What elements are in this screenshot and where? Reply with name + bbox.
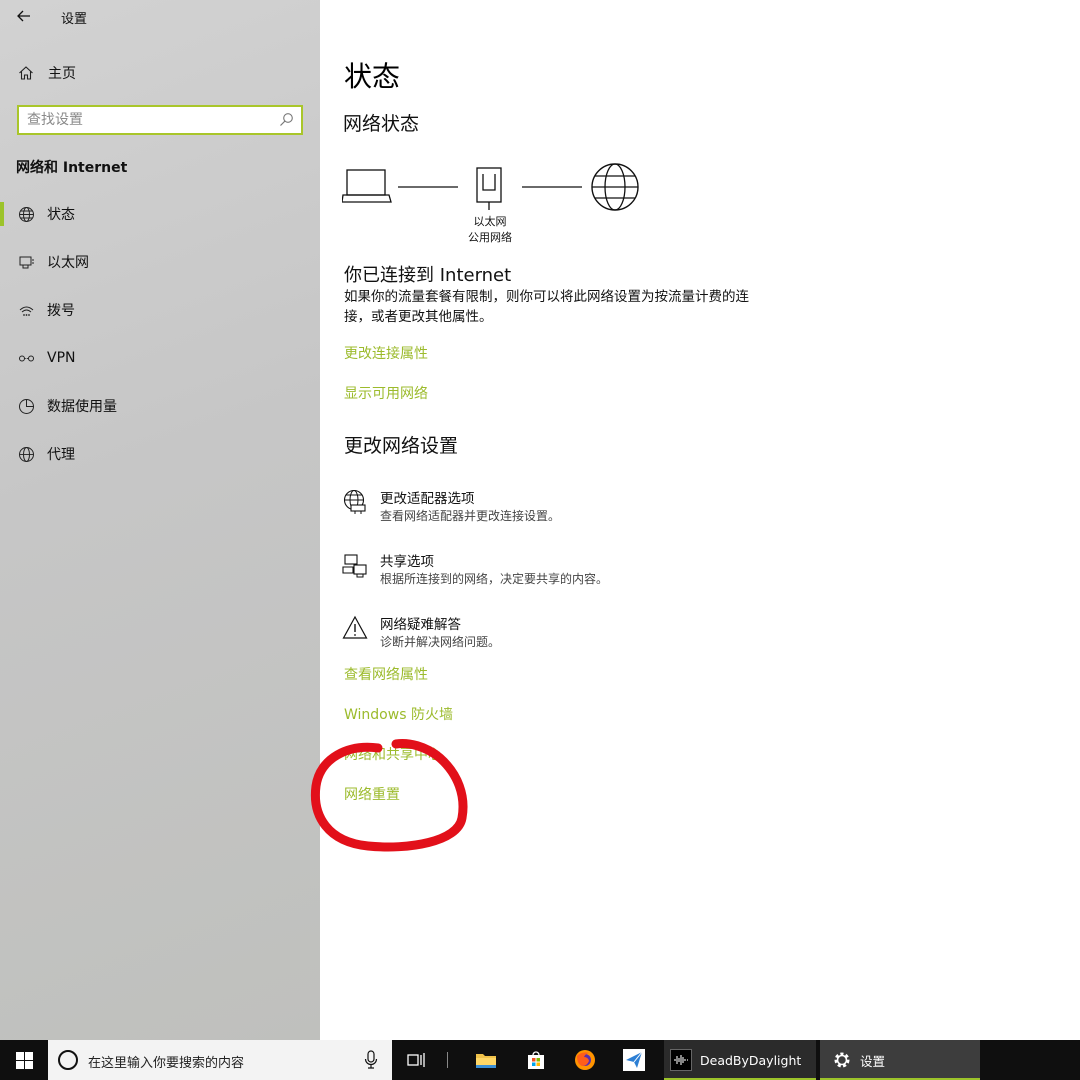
firefox-button[interactable] bbox=[569, 1040, 601, 1080]
folder-icon bbox=[476, 1054, 496, 1068]
ethernet-port-icon bbox=[476, 167, 502, 210]
taskbar-search-box[interactable]: 在这里输入你要搜索的内容 bbox=[48, 1040, 392, 1080]
taskbar: 在这里输入你要搜索的内容 DeadByDaylight 设置 bbox=[0, 1040, 1080, 1080]
change-connection-properties-link[interactable]: 更改连接属性 bbox=[344, 343, 428, 363]
main-content: 状态 网络状态 以太网 公用网络 你已连接到 Internet 如果你的流量套餐 bbox=[320, 0, 1080, 1040]
sidebar-item-dialup[interactable]: 拨号 bbox=[0, 286, 320, 334]
title-bar: 设置 bbox=[0, 0, 320, 34]
windows-firewall-link[interactable]: Windows 防火墙 bbox=[344, 704, 453, 724]
option-description: 诊断并解决网络问题。 bbox=[380, 635, 501, 649]
sharing-icon bbox=[342, 552, 368, 578]
page-title: 状态 bbox=[344, 60, 401, 93]
store-button[interactable] bbox=[520, 1040, 552, 1080]
microphone-icon[interactable] bbox=[364, 1050, 378, 1074]
sidebar-item-vpn[interactable]: VPN bbox=[0, 334, 320, 382]
adapter-label: 以太网 bbox=[473, 215, 507, 228]
adapter-icon bbox=[342, 489, 368, 515]
sidebar-item-status[interactable]: 状态 bbox=[0, 190, 320, 238]
back-arrow-icon bbox=[17, 10, 30, 22]
option-description: 根据所连接到的网络，决定要共享的内容。 bbox=[380, 572, 609, 586]
warning-icon bbox=[342, 615, 368, 641]
sidebar-item-data-usage[interactable]: 数据使用量 bbox=[0, 382, 320, 430]
taskbar-app-label: DeadByDaylight bbox=[700, 1052, 802, 1068]
internet-globe-icon bbox=[591, 163, 639, 211]
task-view-icon bbox=[407, 1053, 425, 1067]
view-network-properties-link[interactable]: 查看网络属性 bbox=[344, 664, 428, 684]
sharing-options[interactable]: 共享选项 根据所连接到的网络，决定要共享的内容。 bbox=[342, 550, 842, 590]
dialup-icon bbox=[16, 302, 36, 319]
change-adapter-options[interactable]: 更改适配器选项 查看网络适配器并更改连接设置。 bbox=[342, 487, 842, 527]
network-profile-label: 公用网络 bbox=[468, 231, 512, 244]
taskbar-separator bbox=[447, 1052, 448, 1068]
show-available-networks-link[interactable]: 显示可用网络 bbox=[344, 383, 428, 403]
network-reset-link[interactable]: 网络重置 bbox=[344, 784, 400, 804]
settings-search-input[interactable] bbox=[19, 107, 269, 133]
paper-plane-icon bbox=[623, 1049, 645, 1071]
search-icon[interactable] bbox=[279, 112, 294, 131]
settings-search-box[interactable] bbox=[17, 105, 303, 135]
taskbar-app-deadbydaylight[interactable]: DeadByDaylight bbox=[664, 1040, 816, 1080]
app-title: 设置 bbox=[61, 12, 88, 27]
sidebar-item-label: 拨号 bbox=[47, 303, 75, 319]
data-usage-icon bbox=[16, 398, 36, 415]
sidebar-section-title: 网络和 Internet bbox=[16, 160, 128, 176]
option-title: 更改适配器选项 bbox=[380, 491, 475, 507]
connection-status-description: 如果你的流量套餐有限制，则你可以将此网络设置为按流量计费的连接，或者更改其他属性… bbox=[344, 289, 749, 325]
sidebar: 设置 主页 网络和 Internet 状态 以太网 bbox=[0, 0, 320, 1040]
laptop-icon bbox=[341, 169, 392, 203]
sidebar-item-proxy[interactable]: 代理 bbox=[0, 430, 320, 478]
task-view-button[interactable] bbox=[400, 1040, 432, 1080]
vpn-icon bbox=[16, 350, 36, 367]
globe-icon bbox=[16, 206, 36, 223]
cortana-icon bbox=[58, 1050, 78, 1070]
taskbar-search-placeholder: 在这里输入你要搜索的内容 bbox=[88, 1056, 245, 1071]
option-title: 共享选项 bbox=[380, 554, 434, 570]
network-sharing-center-link[interactable]: 网络和共享中心 bbox=[344, 744, 442, 764]
network-status-heading: 网络状态 bbox=[343, 113, 420, 135]
sidebar-item-label: 代理 bbox=[47, 447, 75, 463]
taskbar-app-settings[interactable]: 设置 bbox=[820, 1040, 980, 1080]
network-troubleshooter[interactable]: 网络疑难解答 诊断并解决网络问题。 bbox=[342, 613, 842, 653]
sidebar-home[interactable]: 主页 bbox=[0, 58, 320, 88]
ethernet-icon bbox=[16, 254, 36, 271]
firefox-icon bbox=[575, 1050, 595, 1070]
sidebar-item-label: 状态 bbox=[47, 207, 75, 223]
back-button[interactable] bbox=[12, 4, 36, 28]
proxy-globe-icon bbox=[16, 446, 36, 463]
network-diagram-graphic bbox=[341, 163, 639, 211]
connection-status-title: 你已连接到 Internet bbox=[344, 265, 512, 286]
store-bag-icon bbox=[528, 1051, 544, 1069]
home-icon bbox=[16, 65, 36, 81]
sidebar-item-ethernet[interactable]: 以太网 bbox=[0, 238, 320, 286]
sidebar-item-label: 数据使用量 bbox=[47, 399, 117, 415]
file-explorer-button[interactable] bbox=[470, 1040, 502, 1080]
windows-logo-icon bbox=[15, 1051, 33, 1069]
sidebar-home-label: 主页 bbox=[48, 66, 76, 82]
deadbydaylight-icon bbox=[670, 1049, 692, 1071]
option-description: 查看网络适配器并更改连接设置。 bbox=[380, 509, 561, 523]
mail-app-button[interactable] bbox=[618, 1040, 650, 1080]
network-diagram: 以太网 公用网络 bbox=[341, 160, 642, 250]
start-button[interactable] bbox=[0, 1040, 48, 1080]
sidebar-item-label: 以太网 bbox=[47, 255, 89, 271]
sidebar-nav: 状态 以太网 拨号 VPN 数据使用量 代理 bbox=[0, 190, 320, 478]
option-title: 网络疑难解答 bbox=[380, 617, 461, 633]
change-network-settings-heading: 更改网络设置 bbox=[344, 435, 459, 457]
sidebar-item-label: VPN bbox=[47, 350, 76, 366]
taskbar-app-label: 设置 bbox=[860, 1053, 886, 1069]
gear-icon bbox=[832, 1050, 852, 1070]
